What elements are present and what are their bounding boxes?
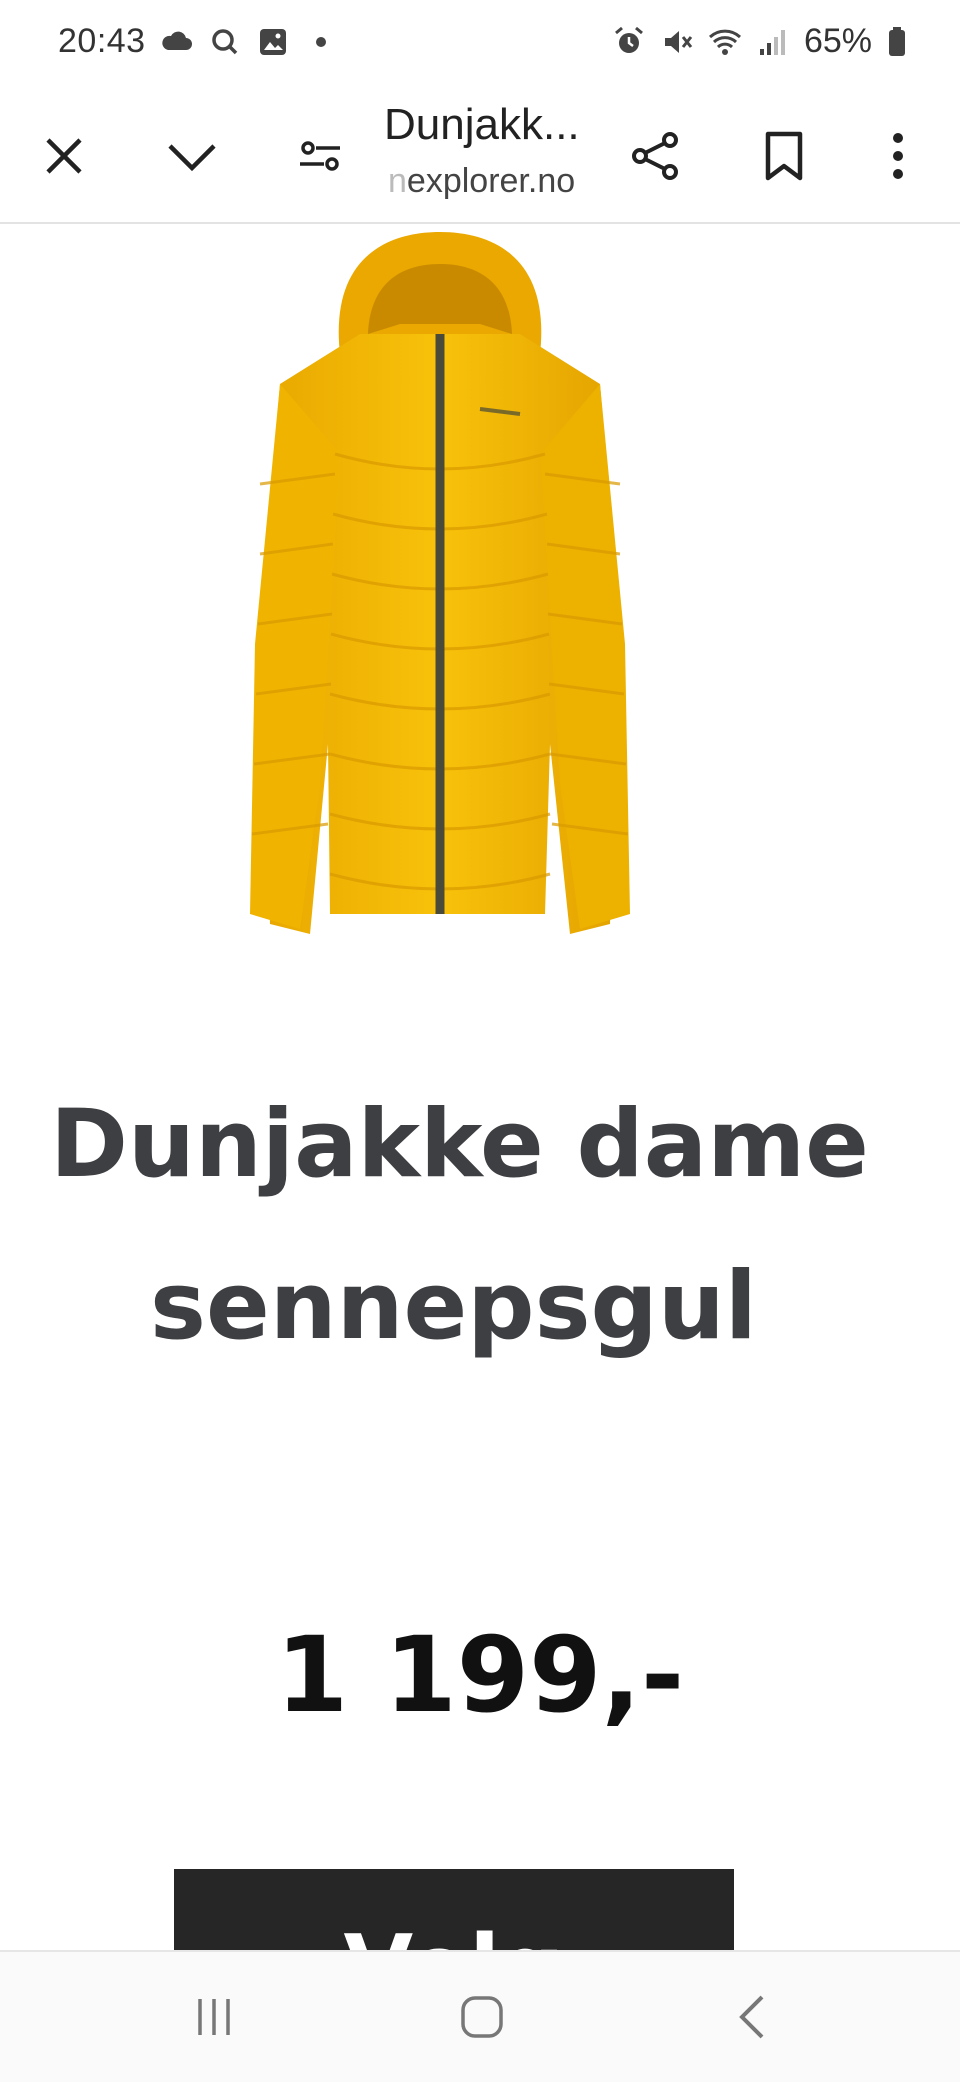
cloud-icon <box>161 31 192 50</box>
back-icon <box>739 1995 764 2039</box>
product-price: 1 199,- <box>275 1614 685 1736</box>
select-size-button[interactable]: Velg <box>174 1869 734 1950</box>
mute-icon <box>664 30 693 53</box>
recent-apps-button[interactable] <box>164 1972 264 2062</box>
home-button[interactable] <box>432 1972 532 2062</box>
wifi-icon <box>708 29 741 55</box>
alarm-icon <box>614 26 643 53</box>
product-name-line-2: sennepsgul <box>150 1252 757 1361</box>
title-url-area[interactable]: Dunjakk... nexplorer.no <box>384 92 594 222</box>
gallery-icon <box>259 28 286 55</box>
status-time: 20:43 <box>58 22 146 60</box>
url-faded-prefix: n <box>388 162 407 200</box>
page-content: Dunjakke dame sennepsgul 1 199,- Velg <box>0 224 960 1950</box>
battery-icon <box>889 26 905 56</box>
tune-icon <box>300 141 340 171</box>
product-name: Dunjakke dame sennepsgul <box>0 1064 960 1388</box>
minimize-button[interactable] <box>150 114 234 198</box>
product-image <box>250 232 630 934</box>
share-icon <box>632 132 678 180</box>
share-button[interactable] <box>614 114 698 198</box>
system-nav-bar <box>0 1950 960 2082</box>
search-q-icon <box>211 28 237 54</box>
home-icon <box>461 1996 503 2038</box>
dot-icon <box>315 36 326 47</box>
status-bar: 20:43 65% <box>0 0 960 92</box>
page-title: Dunjakk... <box>384 100 580 149</box>
close-icon <box>46 138 82 174</box>
url-domain: explorer.no <box>406 162 576 200</box>
recent-apps-icon <box>198 1999 230 2035</box>
more-vert-icon <box>893 133 903 179</box>
close-tab-button[interactable] <box>22 114 106 198</box>
back-button[interactable] <box>702 1972 802 2062</box>
page-url: nexplorer.no <box>388 162 575 201</box>
product-name-line-1: Dunjakke dame <box>50 1090 869 1199</box>
bookmark-icon <box>765 131 803 181</box>
bookmark-button[interactable] <box>742 114 826 198</box>
more-options-button[interactable] <box>856 114 940 198</box>
browser-toolbar: Dunjakk... nexplorer.no <box>0 92 960 224</box>
site-settings-button[interactable] <box>278 114 362 198</box>
signal-icon <box>759 29 785 55</box>
chevron-down-icon <box>168 144 216 172</box>
battery-percent: 65% <box>803 22 872 60</box>
